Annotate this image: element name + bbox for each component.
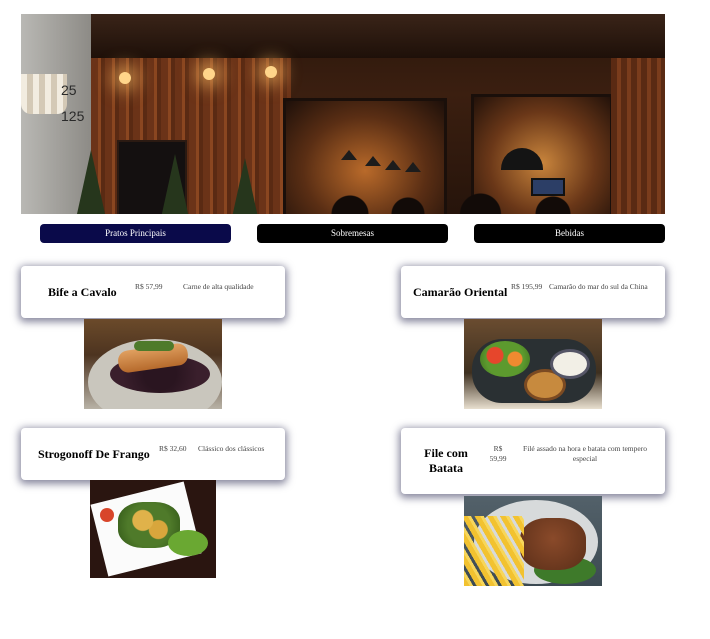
restaurant-facade-banner: 25 125 [21,14,665,214]
menu-item-photo [84,319,222,409]
diners-silhouettes [321,182,611,214]
salad [480,341,530,377]
tv-screen [531,178,565,196]
wood-ceiling [21,14,665,58]
lettuce [168,530,208,556]
house-number: 25 [61,82,77,98]
pendant-lamp [385,160,401,170]
ceiling-light [203,68,215,80]
plant [161,154,189,214]
menu-item-price: R$ 59,99 [489,444,507,463]
tab-pratos-principais[interactable]: Pratos Principais [40,224,231,243]
menu-item-photo [464,496,602,586]
garnish [134,341,174,351]
menu-item-photo [90,480,216,578]
menu-item-description: Camarão do mar do sul da China [549,282,648,291]
tab-bebidas[interactable]: Bebidas [474,224,665,243]
ceiling-light [119,72,131,84]
menu-item-description: Clássico dos clássicos [198,444,265,453]
menu-item-name: File com Batata [424,446,468,475]
pendant-lamp [405,162,421,172]
tab-sobremesas[interactable]: Sobremesas [257,224,448,243]
menu-item-name: Bife a Cavalo [48,285,117,299]
plant [231,158,259,214]
menu-item-card[interactable]: File com Batata R$ 59,99 Filé assado na … [401,428,665,494]
menu-item-card[interactable]: Bife a Cavalo R$ 57,99 Carne de alta qua… [21,266,285,318]
menu-item-price: R$ 32,60 [159,444,187,453]
menu-item-price: R$ 57,99 [135,282,163,291]
pendant-lamp [365,156,381,166]
menu-item-price: R$ 195,99 [511,282,543,291]
menu-item-name: Camarão Oriental [413,285,508,299]
ceiling-light [265,66,277,78]
house-number: 125 [61,108,85,124]
plant [77,150,105,214]
menu-item-photo [464,319,602,409]
fries [464,516,524,586]
menu-item-description: Carne de alta qualidade [183,282,254,291]
tomato [100,508,114,522]
steak [520,518,586,570]
rice-bowl [550,349,590,379]
wood-panel-wall [611,58,665,214]
menu-item-card[interactable]: Strogonoff De Frango R$ 32,60 Clássico d… [21,428,285,480]
menu-item-name: Strogonoff De Frango [38,447,150,461]
pendant-lamp [341,150,357,160]
menu-item-description: Filé assado na hora e batata com tempero… [523,444,647,463]
menu-item-card[interactable]: Camarão Oriental R$ 195,99 Camarão do ma… [401,266,665,318]
